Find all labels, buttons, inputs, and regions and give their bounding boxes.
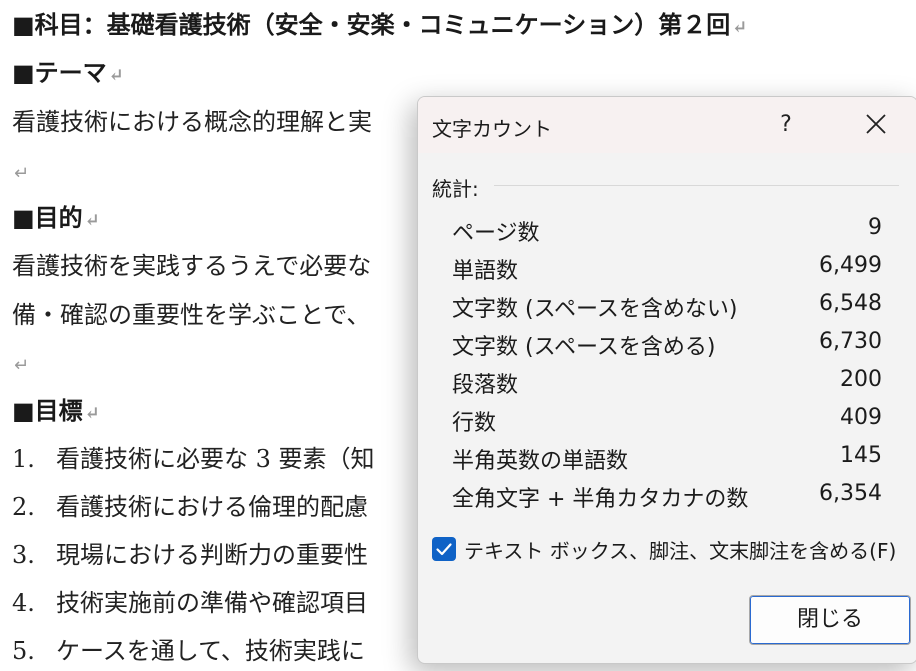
course-title-text: ■科目：基礎看護技術（安全・安楽・コミュニケーション）第２回 [12,10,731,39]
goal-list-item: 3. 現場における判断力の重要性 [12,540,368,570]
statistics-label: 統計: [432,177,479,201]
close-button[interactable]: 閉じる [749,595,911,645]
paragraph-mark: ↵ [108,65,124,86]
goal-number: 3. [12,541,35,569]
stat-label: 文字数 (スペースを含める) [452,335,716,360]
include-textboxes-label: テキスト ボックス、脚注、文末脚注を含める(F) [464,539,897,563]
stat-row-characters-no-spaces: 文字数 (スペースを含めない) 6,548 [452,291,882,325]
empty-paragraph: ↵ [12,156,29,189]
goal-number: 2. [12,493,35,521]
theme-body-line: 看護技術における概念的理解と実 [12,107,372,137]
goal-text: 看護技術における倫理的配慮 [56,493,368,521]
stat-value: 145 [840,443,882,468]
checkmark-icon [436,543,452,556]
word-count-dialog: 文字カウント ? 統計: ページ数 9 単語数 6,499 文字数 (スペースを… [417,96,916,664]
stat-value: 6,499 [819,253,882,278]
paragraph-mark: ↵ [14,355,30,376]
empty-paragraph: ↵ [12,348,29,381]
help-icon: ? [780,112,792,137]
goal-list-item: 4. 技術実施前の準備や確認項目 [12,588,368,618]
stat-row-pages: ページ数 9 [452,215,882,249]
dialog-titlebar[interactable]: 文字カウント ? [418,97,916,153]
section-divider [494,185,899,186]
course-title-line: ■科目：基礎看護技術（安全・安楽・コミュニケーション）第２回 ↵ [12,10,747,43]
help-button[interactable]: ? [764,107,808,143]
purpose-heading: ■目的 ↵ [12,203,100,236]
goal-text: 技術実施前の準備や確認項目 [56,589,368,617]
goal-list-item: 5. ケースを通して、技術実践に [12,636,365,666]
stat-row-paragraphs: 段落数 200 [452,367,882,401]
stat-row-halfwidth-words: 半角英数の単語数 145 [452,443,882,477]
stat-value: 6,548 [819,291,882,316]
paragraph-mark: ↵ [84,403,100,424]
stat-value: 409 [840,405,882,430]
goal-list-item: 2. 看護技術における倫理的配慮 [12,492,368,522]
stat-label: ページ数 [452,221,540,246]
goal-text: 現場における判断力の重要性 [56,541,368,569]
stat-value: 6,354 [819,481,882,506]
goal-number: 1. [12,445,35,473]
goals-heading-text: ■目標 [12,396,83,425]
stat-label: 行数 [452,411,497,436]
theme-heading: ■テーマ ↵ [12,58,124,91]
purpose-heading-text: ■目的 [12,203,83,232]
stat-label: 全角文字 + 半角カタカナの数 [452,487,749,512]
paragraph-mark: ↵ [84,210,100,231]
purpose-body-line-2: 備・確認の重要性を学ぶことで、 [12,300,370,330]
stat-label: 段落数 [452,373,519,398]
goal-list-item: 1. 看護技術に必要な 3 要素（知 [12,444,375,474]
stat-value: 6,730 [819,329,882,354]
paragraph-mark: ↵ [732,17,748,38]
stat-value: 9 [868,215,882,240]
stat-label: 文字数 (スペースを含めない) [452,297,738,322]
stat-row-words: 単語数 6,499 [452,253,882,287]
theme-heading-text: ■テーマ [12,58,107,87]
stat-label: 半角英数の単語数 [452,449,629,474]
goal-number: 4. [12,589,35,617]
theme-body-text: 看護技術における概念的理解と実 [12,108,372,136]
paragraph-mark: ↵ [14,163,30,184]
goal-text: 看護技術に必要な 3 要素（知 [56,445,375,473]
stat-label: 単語数 [452,259,519,284]
dialog-title: 文字カウント [432,117,552,141]
stat-value: 200 [840,367,882,392]
goal-number: 5. [12,637,35,665]
close-dialog-button[interactable] [854,107,898,143]
close-icon [866,114,886,134]
stat-row-fullwidth-characters: 全角文字 + 半角カタカナの数 6,354 [452,481,882,515]
purpose-body-line-1: 看護技術を実践するうえで必要な [12,251,371,281]
stat-row-characters-with-spaces: 文字数 (スペースを含める) 6,730 [452,329,882,363]
stat-row-lines: 行数 409 [452,405,882,439]
purpose-body-text-1: 看護技術を実践するうえで必要な [12,252,372,280]
purpose-body-text-2: 備・確認の重要性を学ぶことで、 [12,301,371,329]
goals-heading: ■目標 ↵ [12,396,100,429]
include-textboxes-checkbox[interactable] [432,537,456,561]
goal-text: ケースを通して、技術実践に [56,637,365,665]
